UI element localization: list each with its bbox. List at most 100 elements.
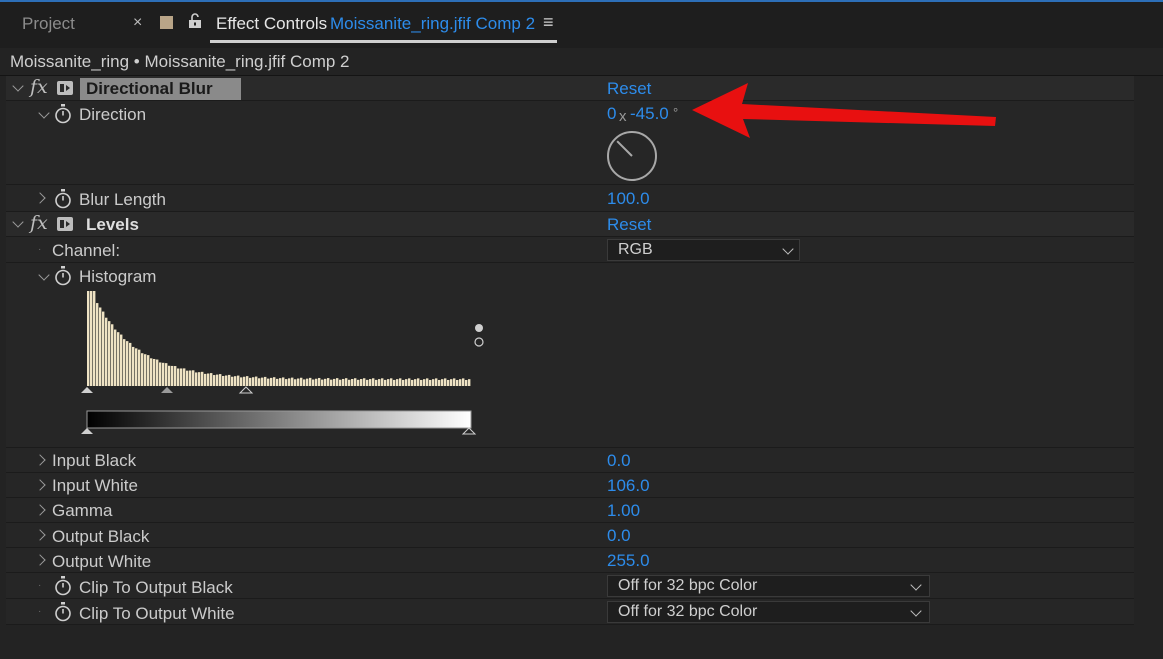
property-row-input-black: Input Black 0.0 — [6, 448, 1134, 473]
tab-effect-controls[interactable]: Effect Controls — [216, 14, 327, 34]
histogram-bar — [99, 307, 102, 386]
chevron-down-icon — [782, 243, 794, 255]
input-white-value[interactable]: 106.0 — [607, 476, 650, 496]
histogram-bar — [456, 379, 459, 386]
chevron-down-icon[interactable] — [12, 216, 24, 228]
histogram-bar — [336, 378, 339, 386]
revolution-separator: x — [619, 108, 627, 125]
histogram-bar — [114, 329, 117, 386]
tab-comp-name[interactable]: Moissanite_ring.jfif Comp 2 — [330, 14, 535, 34]
histogram-bar — [432, 379, 435, 386]
histogram-bar — [396, 379, 399, 386]
chevron-right-icon[interactable] — [34, 192, 46, 204]
histogram-bar — [126, 341, 129, 386]
histogram-bar — [225, 375, 228, 386]
levels-histogram[interactable] — [76, 291, 486, 441]
stopwatch-icon[interactable] — [54, 189, 72, 209]
histogram-bar — [249, 377, 252, 386]
chevron-right-icon[interactable] — [34, 479, 46, 491]
reset-link[interactable]: Reset — [607, 215, 651, 235]
stopwatch-icon[interactable] — [54, 602, 72, 622]
fx-icon[interactable]: fx — [30, 76, 48, 98]
gamma-value[interactable]: 1.00 — [607, 501, 640, 521]
histogram-bar — [267, 378, 270, 386]
histogram-bar — [381, 378, 384, 386]
stopwatch-icon[interactable] — [54, 266, 72, 286]
clip-white-dropdown[interactable]: Off for 32 bpc Color — [607, 601, 930, 623]
histogram-bar — [168, 365, 171, 386]
panel-menu-icon[interactable]: ≡ — [543, 12, 554, 33]
chevron-right-icon[interactable] — [34, 529, 46, 541]
property-row-channel: · Channel: RGB — [6, 237, 1134, 263]
histogram-bar — [333, 378, 336, 386]
input-black-value[interactable]: 0.0 — [607, 451, 631, 471]
histogram-bar — [93, 291, 96, 386]
histogram-bar — [282, 377, 285, 386]
unlock-icon[interactable] — [188, 13, 202, 29]
output-white-slider[interactable] — [461, 427, 477, 435]
histogram-bar — [252, 377, 255, 386]
chevron-right-icon[interactable] — [34, 554, 46, 566]
close-tab-icon[interactable]: × — [133, 14, 142, 32]
histogram-bar — [459, 379, 462, 386]
property-label: Channel: — [52, 241, 121, 260]
input-white-slider[interactable] — [238, 386, 254, 394]
direction-degrees[interactable]: -45.0 — [630, 104, 669, 124]
histogram-bar — [294, 379, 297, 386]
tab-project[interactable]: Project — [22, 14, 75, 34]
histogram-bar — [219, 374, 222, 386]
histogram-bar — [216, 374, 219, 386]
channel-dropdown[interactable]: RGB — [607, 239, 800, 261]
histogram-bar — [186, 370, 189, 386]
histogram-bar — [423, 379, 426, 386]
stopwatch-icon[interactable] — [54, 104, 72, 124]
blur-length-value[interactable]: 100.0 — [607, 189, 650, 209]
histogram-bar — [453, 378, 456, 386]
effect-name-directional-blur[interactable]: Directional Blur — [80, 78, 241, 100]
histogram-bar — [357, 379, 360, 386]
histogram-bar — [177, 368, 180, 386]
gamma-slider[interactable] — [161, 387, 173, 393]
histogram-bar — [411, 379, 414, 386]
dropdown-value: RGB — [618, 241, 653, 258]
label-color-swatch[interactable] — [160, 16, 173, 29]
histogram-bar — [303, 379, 306, 386]
histogram-bar — [408, 378, 411, 386]
reset-link[interactable]: Reset — [607, 79, 651, 99]
histogram-bar — [438, 379, 441, 386]
histogram-bars — [87, 291, 471, 386]
direction-revolutions[interactable]: 0 — [607, 104, 616, 124]
chevron-right-icon[interactable] — [34, 454, 46, 466]
effect-preset-icon — [57, 81, 73, 95]
output-black-slider[interactable] — [81, 428, 93, 434]
histogram-bar — [387, 379, 390, 386]
effect-name-levels[interactable]: Levels — [80, 214, 145, 236]
property-label: Histogram — [79, 267, 157, 286]
effect-row-levels[interactable]: fx Levels Reset — [6, 212, 1134, 237]
histogram-bar — [192, 370, 195, 386]
histogram-bar — [132, 346, 135, 386]
input-black-slider[interactable] — [81, 387, 93, 393]
histogram-bar — [315, 378, 318, 386]
histogram-bar — [180, 368, 183, 386]
output-white-value[interactable]: 255.0 — [607, 551, 650, 571]
histogram-bar — [327, 378, 330, 386]
degree-unit: ° — [673, 105, 679, 120]
histogram-mode-toggle[interactable] — [473, 323, 485, 349]
clip-black-dropdown[interactable]: Off for 32 bpc Color — [607, 575, 930, 597]
histogram-bar — [447, 379, 450, 386]
output-black-value[interactable]: 0.0 — [607, 526, 631, 546]
histogram-bar — [393, 379, 396, 386]
angle-dial[interactable] — [605, 129, 659, 183]
fx-icon[interactable]: fx — [30, 212, 48, 234]
chevron-down-icon[interactable] — [38, 107, 50, 119]
stopwatch-icon[interactable] — [54, 576, 72, 596]
chevron-down-icon[interactable] — [38, 269, 50, 281]
layer-title: Moissanite_ring • Moissanite_ring.jfif C… — [10, 52, 350, 71]
annotation-arrow-icon — [692, 83, 996, 138]
histogram-bar — [234, 376, 237, 386]
histogram-bar — [405, 379, 408, 386]
chevron-right-icon[interactable] — [34, 504, 46, 516]
histogram-bar — [261, 377, 264, 386]
chevron-down-icon[interactable] — [12, 80, 24, 92]
